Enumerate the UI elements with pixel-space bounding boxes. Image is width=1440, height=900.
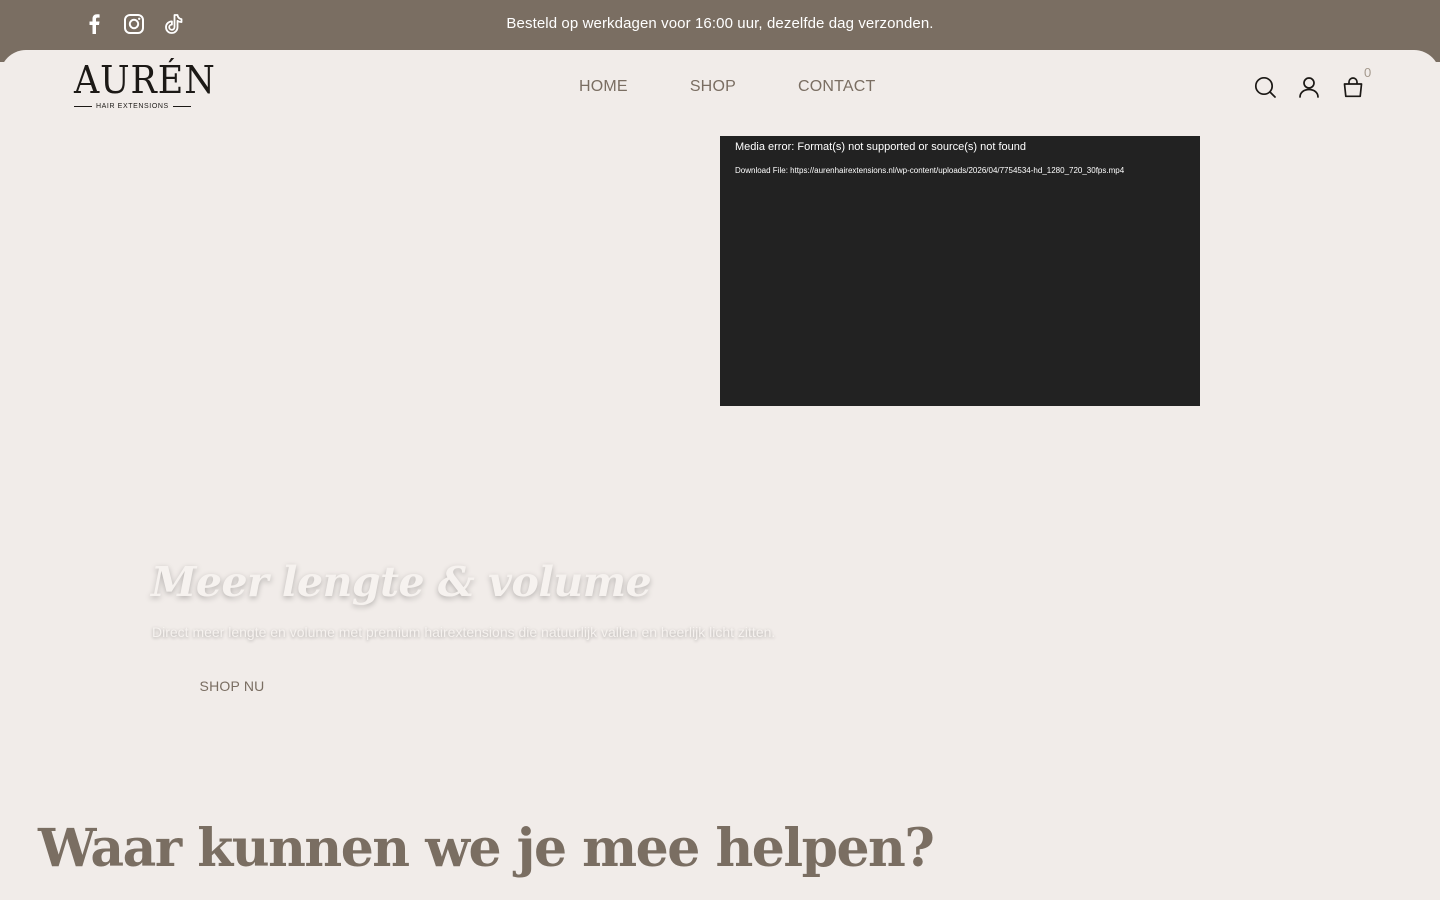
hero-video[interactable]: Media error: Format(s) not supported or … — [720, 136, 1200, 406]
logo-subtitle-text: HAIR EXTENSIONS — [96, 103, 169, 110]
account-icon[interactable] — [1298, 75, 1320, 99]
logo-divider — [172, 106, 191, 107]
video-download-link[interactable]: Download File: https://aurenhairextensio… — [735, 166, 1124, 175]
nav-shop[interactable]: SHOP — [690, 78, 736, 96]
logo-wordmark: AURÉN — [74, 58, 216, 102]
header-actions — [1254, 75, 1364, 99]
hero-title: Meer lengte & volume — [151, 558, 652, 606]
nav-home[interactable]: HOME — [579, 78, 628, 96]
hero-subtitle: Direct meer lengte en volume met premium… — [152, 624, 776, 640]
section-title: Waar kunnen we je mee helpen? — [38, 818, 935, 879]
shop-now-button[interactable]: SHOP NU — [170, 667, 294, 705]
logo-divider — [74, 106, 92, 107]
video-error-message: Media error: Format(s) not supported or … — [735, 141, 1027, 153]
main-nav: HOME SHOP CONTACT — [579, 78, 876, 96]
cart-count-badge: 0 — [1364, 65, 1372, 80]
logo-subtitle: HAIR EXTENSIONS — [74, 103, 196, 110]
cart-icon[interactable] — [1342, 75, 1364, 99]
nav-contact[interactable]: CONTACT — [798, 78, 876, 96]
site-header: AURÉN HAIR EXTENSIONS HOME SHOP CONTACT … — [0, 50, 1440, 136]
site-logo[interactable]: AURÉN HAIR EXTENSIONS — [74, 58, 216, 118]
shipping-announcement: Besteld op werkdagen voor 16:00 uur, dez… — [506, 15, 934, 32]
search-icon[interactable] — [1254, 75, 1276, 99]
